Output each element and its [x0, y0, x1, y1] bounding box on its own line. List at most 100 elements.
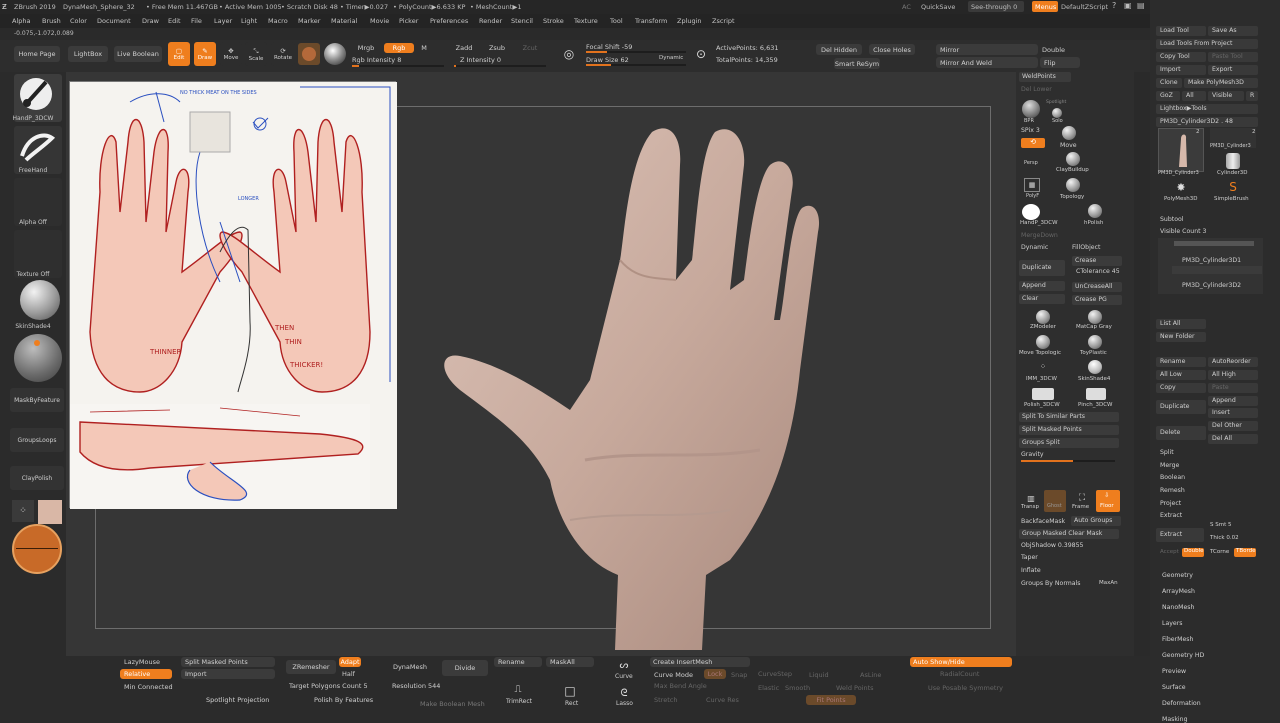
draw-size-track[interactable]: [586, 64, 686, 66]
polish-icon[interactable]: [1032, 388, 1054, 400]
del-lower-button[interactable]: Del Lower: [1021, 86, 1052, 93]
menu-stroke[interactable]: Stroke: [543, 17, 564, 25]
visible-count-slider[interactable]: Visible Count 3: [1160, 228, 1206, 235]
primary-color-swatch[interactable]: [38, 500, 62, 524]
del-hidden-button[interactable]: Del Hidden: [816, 44, 862, 55]
project-section[interactable]: Project: [1160, 500, 1181, 507]
scale-button[interactable]: ⤡ Scale: [245, 42, 267, 66]
fit-points-button[interactable]: Fit Points: [806, 695, 856, 705]
close-holes-button[interactable]: Close Holes: [869, 44, 915, 55]
smooth-button[interactable]: Smooth: [785, 684, 810, 692]
floor-button[interactable]: ⇩ Floor: [1096, 490, 1120, 512]
menu-zplugin[interactable]: Zplugin: [677, 17, 702, 25]
resolution-slider[interactable]: Resolution 544: [392, 682, 440, 690]
mirror-button[interactable]: Mirror: [936, 44, 1038, 55]
maskall-button[interactable]: MaskAll: [546, 657, 594, 667]
color-picker-icon[interactable]: [324, 43, 346, 65]
subtool-row-2[interactable]: PM3D_Cylinder3D2: [1182, 282, 1241, 289]
radial-count-slider[interactable]: RadialCount: [940, 670, 979, 678]
export-tool-button[interactable]: Export: [1208, 65, 1258, 75]
groups-split-button[interactable]: Groups Split: [1019, 438, 1119, 448]
default-zscript-button[interactable]: DefaultZScript: [1061, 3, 1108, 11]
draw-size-slider[interactable]: Draw Size 62: [586, 56, 629, 64]
divide-button[interactable]: Divide: [442, 660, 488, 676]
auto-groups-button[interactable]: Auto Groups: [1071, 516, 1121, 526]
subtool-row-1[interactable]: PM3D_Cylinder3D1: [1182, 257, 1241, 264]
maxan-slider[interactable]: MaxAn: [1099, 580, 1118, 586]
zmodeler-icon[interactable]: [1036, 310, 1050, 324]
tcorne-button[interactable]: TCorne: [1210, 549, 1229, 555]
move-button[interactable]: ✥ Move: [220, 42, 242, 66]
menu-stencil[interactable]: Stencil: [511, 17, 533, 25]
mirror-and-weld-button[interactable]: Mirror And Weld: [936, 57, 1038, 68]
move-brush-icon[interactable]: [1062, 126, 1076, 140]
menu-render[interactable]: Render: [479, 17, 502, 25]
hpolish-icon[interactable]: [1088, 204, 1102, 218]
help-icon[interactable]: ?: [1112, 1, 1116, 10]
toyplastic-icon[interactable]: [1088, 335, 1102, 349]
z-intensity-track[interactable]: [454, 65, 546, 67]
gravity-slider[interactable]: Gravity: [1021, 451, 1044, 458]
delete-subtool-button[interactable]: Delete: [1156, 426, 1206, 440]
relative-button[interactable]: Relative: [120, 669, 172, 679]
append-button[interactable]: Append: [1019, 281, 1065, 291]
bpr-icon[interactable]: [1022, 100, 1040, 118]
del-other-button[interactable]: Del Other: [1208, 421, 1258, 431]
menu-document[interactable]: Document: [97, 17, 131, 25]
auto-reorder-button[interactable]: AutoReorder: [1208, 357, 1258, 367]
snap-button[interactable]: Snap: [731, 671, 747, 679]
menu-file[interactable]: File: [191, 17, 202, 25]
split-masked-button[interactable]: Split Masked Points: [1019, 425, 1119, 435]
remesh-section[interactable]: Remesh: [1160, 487, 1185, 494]
spacing-icon[interactable]: ⁘: [12, 500, 34, 522]
crease-button[interactable]: Crease: [1072, 256, 1122, 266]
crease-pg-button[interactable]: Crease PG: [1072, 295, 1122, 305]
groups-loops-button[interactable]: GroupsLoops: [10, 428, 64, 452]
rename-bottom-button[interactable]: Rename: [494, 657, 542, 667]
z-intensity-slider[interactable]: Z Intensity 0: [460, 56, 501, 64]
elastic-button[interactable]: Elastic: [758, 684, 779, 692]
ghost-button[interactable]: Ghost: [1044, 490, 1066, 512]
color-wheel-icon[interactable]: [12, 524, 62, 574]
mrgb-button[interactable]: Mrgb: [351, 43, 381, 53]
target-polygons-slider[interactable]: Target Polygons Count 5: [289, 682, 368, 690]
groups-by-normals-button[interactable]: Groups By Normals: [1021, 580, 1081, 587]
current-tool-slider[interactable]: PM3D_Cylinder3D2 . 48: [1156, 117, 1258, 127]
inflate-slider[interactable]: Inflate: [1021, 567, 1041, 574]
adapt-button[interactable]: Adapt: [339, 657, 361, 667]
curve-icon[interactable]: ᔕ: [614, 658, 634, 672]
clone-button[interactable]: Clone: [1156, 78, 1182, 88]
objshadow-slider[interactable]: ObjShadow 0.39855: [1021, 542, 1084, 549]
stretch-slider[interactable]: Stretch: [654, 696, 677, 704]
goz-visible-button[interactable]: Visible: [1208, 91, 1244, 101]
taper-slider[interactable]: Taper: [1021, 554, 1038, 561]
spotlight-projection-button[interactable]: Spotlight Projection: [206, 695, 282, 705]
menu-edit[interactable]: Edit: [168, 17, 181, 25]
new-folder-button[interactable]: New Folder: [1156, 332, 1206, 342]
skinshade-icon[interactable]: [1088, 360, 1102, 374]
curve-mode-button[interactable]: Curve Mode: [654, 671, 693, 679]
lightbox-tools-button[interactable]: Lightbox▶Tools: [1156, 104, 1258, 114]
paste-subtool-button[interactable]: Paste: [1208, 383, 1258, 393]
zremesher-button[interactable]: ZRemesher: [286, 660, 336, 674]
menu-marker[interactable]: Marker: [298, 17, 320, 25]
all-high-button[interactable]: All High: [1208, 370, 1258, 380]
liquid-button[interactable]: Liquid: [809, 671, 829, 679]
rgb-intensity-track[interactable]: [352, 65, 444, 67]
menu-tool[interactable]: Tool: [610, 17, 623, 25]
dynamic-button[interactable]: Dynamic: [659, 55, 683, 61]
subtool-row-0[interactable]: [1174, 241, 1254, 246]
insert-subtool-button[interactable]: Insert: [1208, 408, 1258, 418]
make-polymesh-button[interactable]: Make PolyMesh3D: [1184, 78, 1258, 88]
menu-draw[interactable]: Draw: [142, 17, 159, 25]
subtool-header[interactable]: Subtool: [1160, 216, 1184, 223]
quicksave-button[interactable]: QuickSave: [921, 3, 955, 11]
double-button[interactable]: Double: [1042, 46, 1065, 54]
split-section[interactable]: Split: [1160, 449, 1174, 456]
tray-section-geometry[interactable]: Geometry: [1162, 572, 1193, 579]
rgb-intensity-slider[interactable]: Rgb Intensity 8: [352, 56, 401, 64]
live-boolean-button[interactable]: Live Boolean: [114, 46, 162, 62]
handp-brush-icon[interactable]: [1022, 204, 1040, 220]
edit-button[interactable]: ▢ Edit: [168, 42, 190, 66]
merge-section[interactable]: Merge: [1160, 462, 1179, 469]
